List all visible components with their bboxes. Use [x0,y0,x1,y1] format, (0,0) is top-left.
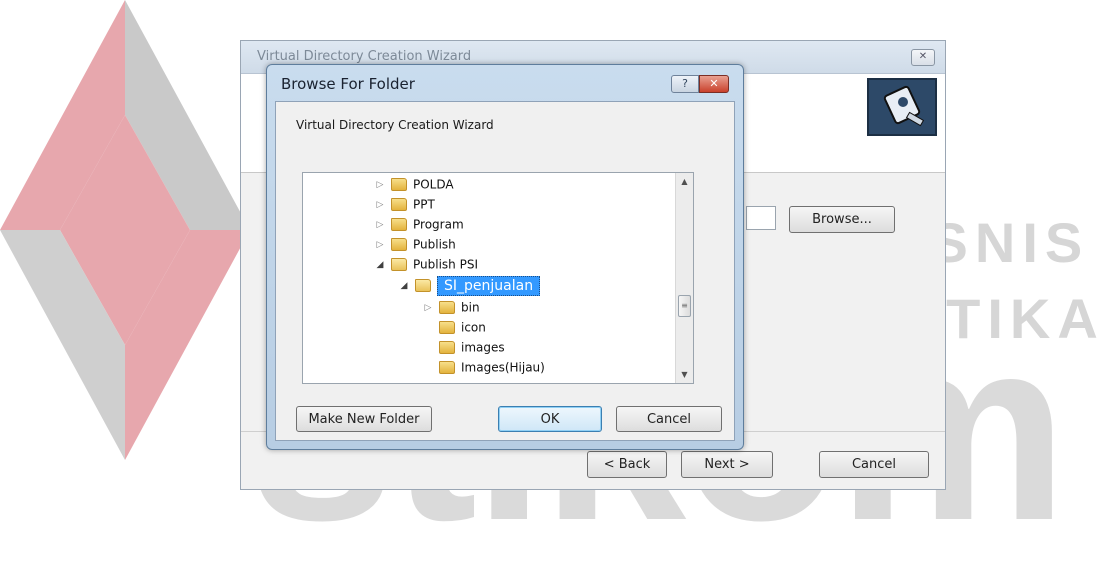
folder-icon [391,238,407,251]
expand-arrow-icon[interactable]: ▷ [373,235,387,255]
wizard-cancel-button[interactable]: Cancel [819,451,929,478]
wizard-logo-icon [867,78,937,136]
scroll-down-icon[interactable]: ▼ [676,366,693,383]
dialog-body: Virtual Directory Creation Wizard ▷ POLDA… [275,101,735,441]
browse-for-folder-dialog: Browse For Folder ? ✕ Virtual Directory … [266,64,744,450]
scroll-up-icon[interactable]: ▲ [676,173,693,190]
folder-tree[interactable]: ▷ POLDA ▷ PPT ▷ Program ▷ Publish ◢ Publish P… [302,172,694,384]
tree-item[interactable]: ▷ bin [421,297,480,317]
folder-icon [439,361,455,374]
folder-icon [391,198,407,211]
expand-arrow-icon[interactable]: ▷ [373,195,387,215]
open-folder-icon [415,279,431,292]
dialog-title: Browse For Folder [281,75,415,93]
expand-arrow-icon[interactable]: ▷ [373,175,387,195]
open-folder-icon [391,258,407,271]
ok-button[interactable]: OK [498,406,602,432]
dialog-cancel-button[interactable]: Cancel [616,406,722,432]
collapse-arrow-icon[interactable]: ◢ [373,255,387,275]
tree-item[interactable]: images [421,337,505,357]
tree-item[interactable]: ▷ PPT [373,194,435,214]
folder-icon [439,341,455,354]
tree-item[interactable]: ▷ Publish [373,234,456,254]
tree-item[interactable]: ◢ Publish PSI [373,254,478,274]
tree-item-selected[interactable]: ◢ SI_penjualan [397,275,541,296]
tree-item[interactable]: Images(Hijau) [421,357,545,377]
folder-icon [439,301,455,314]
tree-item[interactable]: ▷ Program [373,214,464,234]
expand-arrow-icon[interactable]: ▷ [373,215,387,235]
folder-icon [439,321,455,334]
tree-scrollbar[interactable]: ▲ ≡ ▼ [675,173,693,383]
collapse-arrow-icon[interactable]: ◢ [397,276,411,296]
folder-icon [391,178,407,191]
back-button[interactable]: < Back [587,451,667,478]
close-icon[interactable]: ✕ [911,49,935,66]
scroll-thumb[interactable]: ≡ [678,295,691,317]
help-icon[interactable]: ? [671,75,699,93]
make-new-folder-button[interactable]: Make New Folder [296,406,432,432]
close-icon[interactable]: ✕ [699,75,729,93]
wizard-title: Virtual Directory Creation Wizard [257,49,472,64]
folder-icon [391,218,407,231]
tree-item[interactable]: icon [421,317,486,337]
next-button: Next > [681,451,773,478]
stikom-logo-icon [0,0,250,460]
dialog-description: Virtual Directory Creation Wizard [296,118,494,132]
expand-arrow-icon[interactable]: ▷ [421,298,435,318]
tree-item[interactable]: ▷ POLDA [373,174,454,194]
path-input[interactable] [746,206,776,230]
browse-button[interactable]: Browse... [789,206,895,233]
